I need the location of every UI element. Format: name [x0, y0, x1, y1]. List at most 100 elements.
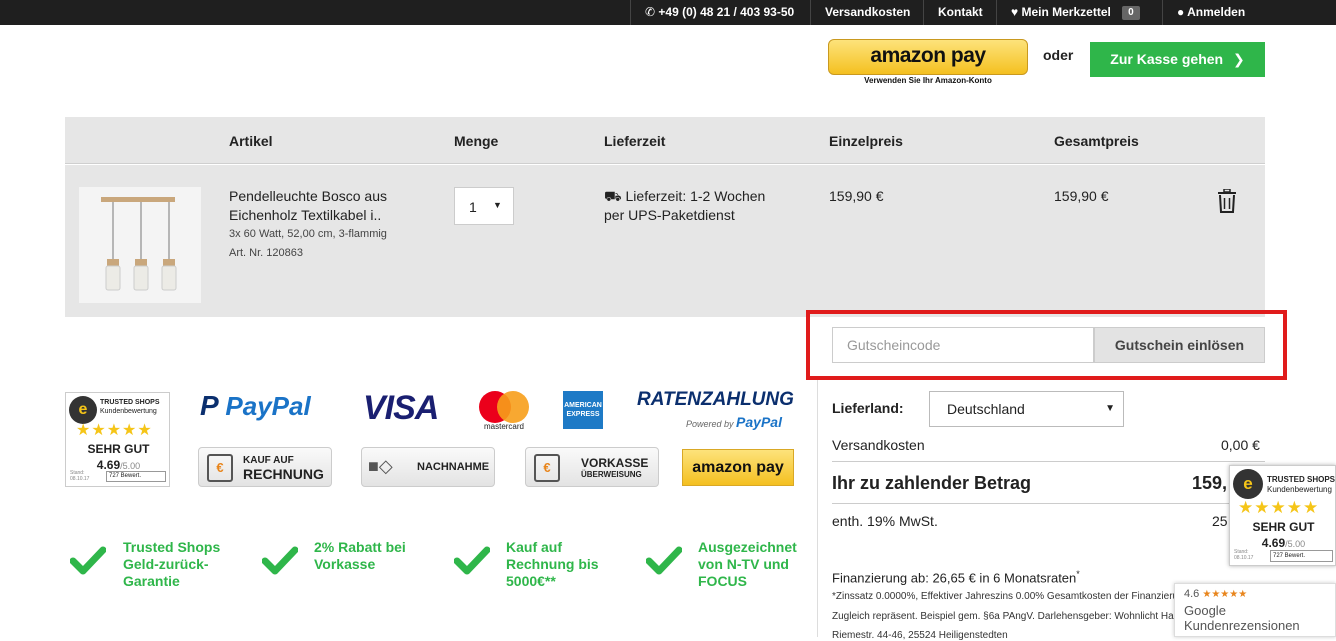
usp-line: Rechnung bis — [506, 556, 599, 572]
star-rating-icon: ★★★★★ — [1238, 498, 1320, 517]
prepayment-line-1: VORKASSE — [581, 456, 649, 470]
amazon-pay-logo: amazon pay — [870, 44, 986, 67]
prepayment-line-2: ÜBERWEISUNG — [581, 470, 642, 479]
score-max: /5.00 — [120, 461, 141, 471]
ratenzahlung-logo: RATENZAHLUNG — [637, 389, 794, 410]
chevron-right-icon: ❯ — [1232, 51, 1245, 67]
voucher-code-input[interactable]: Gutscheincode — [832, 327, 1094, 363]
delivery-text: Lieferzeit: 1-2 Wochen per UPS-Paketdien… — [604, 188, 766, 223]
country-select[interactable]: Deutschland ▼ — [929, 391, 1124, 427]
usp-line: von N-TV und — [698, 556, 789, 572]
summary-divider — [817, 380, 818, 637]
shipping-costs-value: 0,00 € — [1221, 437, 1260, 453]
checkout-button[interactable]: Zur Kasse gehen ❯ — [1090, 42, 1265, 77]
shipping-costs-label: Versandkosten — [832, 437, 925, 453]
trusted-shops-badge[interactable]: e TRUSTED SHOPS Kundenbewertung ★★★★★ SE… — [65, 392, 170, 487]
package-icon: ■◇ — [368, 456, 393, 476]
checkmark-icon — [261, 546, 299, 576]
redeem-voucher-button[interactable]: Gutschein einlösen — [1094, 327, 1265, 363]
powered-by-brand: PayPal — [736, 414, 782, 430]
shipping-costs-link[interactable]: Versandkosten — [810, 0, 924, 25]
badge-stand: Stand: 08.10.17 — [1234, 549, 1253, 561]
usp-line: Trusted Shops — [123, 539, 221, 555]
visa-logo: VISA — [363, 389, 439, 427]
login-link[interactable]: ● Anmelden — [1162, 0, 1259, 25]
phone-link[interactable]: ✆ +49 (0) 48 21 / 403 93-50 — [630, 0, 808, 25]
badge-title: TRUSTED SHOPS — [1267, 475, 1336, 484]
mastercard-logo: mastercard — [476, 390, 532, 432]
financing-fine-print: Zugleich repräsent. Beispiel gem. §6a PA… — [832, 611, 1174, 622]
score-value: 4.69 — [1261, 536, 1286, 550]
badge-title: TRUSTED SHOPS — [100, 399, 160, 406]
usp-line: 2% Rabatt bei — [314, 539, 406, 555]
google-reviews-label: Kundenrezensionen — [1184, 618, 1300, 633]
or-label: oder — [1043, 47, 1074, 63]
amazon-pay-badge: amazon pay — [682, 449, 794, 486]
badge-stand: Stand: 08.10.17 — [70, 470, 89, 482]
summary-separator — [832, 503, 1265, 504]
contact-link[interactable]: Kontakt — [923, 0, 997, 25]
product-article-number: Art. Nr. 120863 — [229, 247, 303, 259]
quantity-value: 1 — [469, 199, 477, 215]
product-name-link[interactable]: Pendelleuchte Bosco aus Eichenholz Texti… — [229, 187, 409, 225]
delivery-time: ⛟ Lieferzeit: 1-2 Wochen per UPS-Paketdi… — [604, 187, 784, 225]
invoice-payment-badge: € KAUF AUF RECHNUNG — [198, 447, 332, 487]
score-max: /5.00 — [1285, 539, 1306, 549]
reviews-count: 727 Bewert. — [1270, 550, 1333, 562]
cash-on-delivery-badge: ■◇ NACHNAHME — [361, 447, 495, 487]
invoice-icon: € — [207, 454, 233, 482]
usp-award: Ausgezeichnet von N-TV und FOCUS — [698, 539, 797, 590]
google-rating: 4.6 ★★★★★ — [1184, 588, 1247, 600]
star-rating-icon: ★★★★★ — [76, 422, 153, 439]
column-header-quantity: Menge — [454, 133, 499, 149]
country-label: Lieferland: — [832, 400, 904, 416]
invoice-line-1: KAUF AUF — [243, 455, 294, 466]
trash-icon[interactable] — [1217, 188, 1237, 213]
usp-line: Ausgezeichnet — [698, 539, 797, 555]
summary-separator — [832, 461, 1265, 462]
amazon-pay-subtitle: Verwenden Sie Ihr Amazon-Konto — [864, 76, 992, 85]
phone-number: +49 (0) 48 21 / 403 93-50 — [658, 5, 795, 19]
usp-invoice: Kauf auf Rechnung bis 5000€** — [506, 539, 599, 590]
caret-down-icon: ▼ — [493, 200, 502, 210]
ratenzahlung-powered-by: Powered by PayPal — [686, 414, 782, 430]
usp-line: Vorkasse — [314, 556, 376, 572]
top-bar: ✆ +49 (0) 48 21 / 403 93-50 Versandkoste… — [0, 0, 1336, 25]
user-icon: ● — [1177, 5, 1185, 19]
trusted-shops-floating-badge[interactable]: e TRUSTED SHOPS Kundenbewertung ★★★★★ SE… — [1229, 465, 1336, 566]
cart-item-row: Pendelleuchte Bosco aus Eichenholz Texti… — [65, 165, 1265, 317]
checkout-button-label: Zur Kasse gehen — [1110, 51, 1224, 67]
amazon-pay-button[interactable]: amazon pay — [828, 39, 1028, 75]
cash-on-delivery-text: NACHNAHME — [417, 461, 490, 473]
mastercard-text: mastercard — [483, 422, 524, 431]
invoice-line-2: RECHNUNG — [243, 466, 324, 482]
stand-date: 08.10.17 — [70, 476, 90, 482]
trusted-shops-logo-icon: e — [1233, 469, 1263, 499]
reviews-count: 727 Bewert. — [106, 471, 166, 482]
stand-date: 08.10.17 — [1234, 555, 1254, 561]
footnote-mark: * — [1076, 569, 1080, 579]
quantity-select[interactable]: 1 ▼ — [454, 187, 514, 225]
wishlist-count-badge: 0 — [1122, 6, 1140, 20]
unit-price: 159,90 € — [829, 188, 884, 204]
login-label: Anmelden — [1187, 5, 1246, 19]
paypal-logo: P PayPal — [200, 390, 311, 421]
cart-table-header: Artikel Menge Lieferzeit Einzelpreis Ges… — [65, 117, 1265, 164]
wishlist-link[interactable]: ♥ Mein Merkzettel 0 — [996, 0, 1154, 25]
column-header-article: Artikel — [229, 133, 273, 149]
financing-fine-print: Riemestr. 44-46, 25524 Heiligenstedten — [832, 630, 1008, 641]
financing-info: Finanzierung ab: 26,65 € in 6 Monatsrate… — [832, 569, 1080, 585]
usp-line: Kauf auf — [506, 539, 562, 555]
vat-value: 25 — [1212, 513, 1228, 529]
phone-icon: ✆ — [645, 5, 656, 19]
product-details: 3x 60 Watt, 52,00 cm, 3-flammig — [229, 228, 387, 240]
caret-down-icon: ▼ — [1105, 403, 1115, 414]
total-amount-value: 159, — [1192, 473, 1228, 493]
product-image[interactable] — [79, 187, 201, 303]
prepayment-badge: € VORKASSE ÜBERWEISUNG — [525, 447, 659, 487]
column-header-total-price: Gesamtpreis — [1054, 133, 1139, 149]
google-reviews-badge[interactable]: 4.6 ★★★★★ Google Kundenrezensionen — [1174, 583, 1336, 637]
badge-subtitle: Kundenbewertung — [1267, 485, 1332, 494]
financing-text: Finanzierung ab: 26,65 € in 6 Monatsrate… — [832, 570, 1077, 586]
wishlist-label: Mein Merkzettel — [1021, 5, 1111, 19]
